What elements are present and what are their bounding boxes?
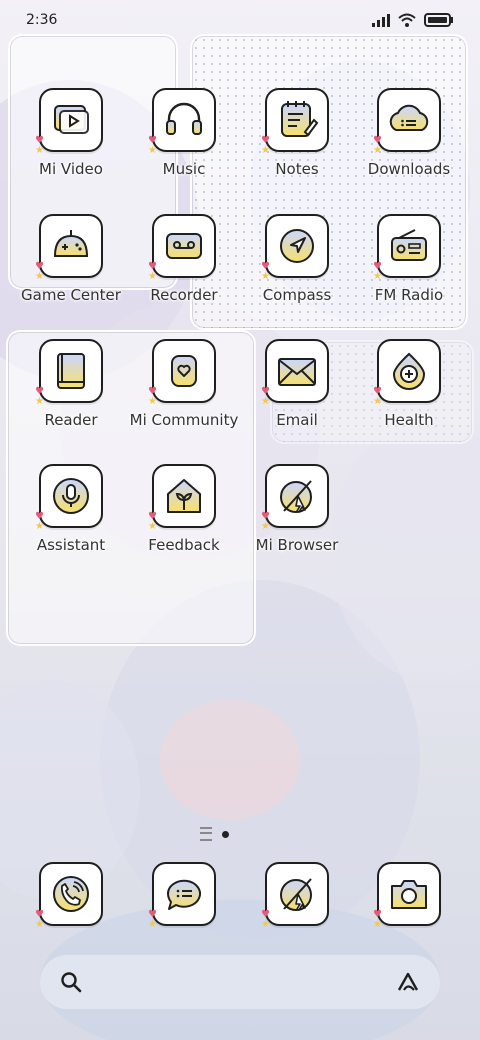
app-label: FM Radio (374, 286, 444, 304)
app-label: Mi Video (39, 160, 103, 178)
dock-camera[interactable]: ♥ ★ (354, 862, 464, 930)
app-mi-community[interactable]: ♥ ★ Mi Community (129, 339, 239, 429)
app-reader[interactable]: ♥ ★ Reader (16, 339, 126, 429)
app-fm-radio[interactable]: ♥ ★ FM Radio (354, 214, 464, 304)
app-label: Downloads (367, 160, 451, 178)
app-music[interactable]: ♥ ★ Music (129, 88, 239, 178)
app-label: Compass (262, 286, 332, 304)
app-assistant[interactable]: ♥ ★ Assistant (16, 464, 126, 554)
signal-icon (372, 12, 390, 31)
app-label: Assistant (36, 536, 106, 554)
app-label: Mi Community (129, 411, 239, 429)
app-label: Health (384, 411, 434, 429)
app-recorder[interactable]: ♥ ★ Recorder (129, 214, 239, 304)
app-label: Music (162, 160, 206, 178)
page-dot-active (222, 830, 229, 838)
dock-messages[interactable]: ♥ ★ (129, 862, 239, 930)
app-label: Reader (44, 411, 98, 429)
app-compass[interactable]: ♥ ★ Compass (242, 214, 352, 304)
app-label: Recorder (150, 286, 218, 304)
status-bar: 2:36 (0, 0, 480, 40)
app-label: Mi Browser (255, 536, 339, 554)
search-icon[interactable] (60, 971, 82, 997)
app-label: Email (276, 411, 318, 429)
search-bar[interactable] (40, 955, 440, 1009)
page-indicator[interactable] (200, 827, 246, 841)
app-label: Game Center (21, 286, 121, 304)
app-label: Feedback (148, 536, 220, 554)
feed-page-indicator-icon (200, 827, 212, 841)
dock-browser[interactable]: ♥ ★ (242, 862, 352, 930)
app-health[interactable]: ♥ ★ Health (354, 339, 464, 429)
app-email[interactable]: ♥ ★ Email (242, 339, 352, 429)
wifi-icon (398, 12, 416, 31)
app-notes[interactable]: ♥ ★ Notes (242, 88, 352, 178)
app-feedback[interactable]: ♥ ★ Feedback (129, 464, 239, 554)
app-mi-browser[interactable]: ♥ ★ Mi Browser (242, 464, 352, 554)
assistant-logo-icon[interactable] (396, 971, 422, 997)
battery-icon (424, 12, 454, 31)
app-label: Notes (275, 160, 319, 178)
app-game-center[interactable]: ♥ ★ Game Center (16, 214, 126, 304)
app-downloads[interactable]: ♥ ★ Downloads (354, 88, 464, 178)
clock: 2:36 (26, 12, 58, 28)
app-mi-video[interactable]: ♥ ★ Mi Video (16, 88, 126, 178)
dock-phone[interactable]: ♥ ★ (16, 862, 126, 930)
